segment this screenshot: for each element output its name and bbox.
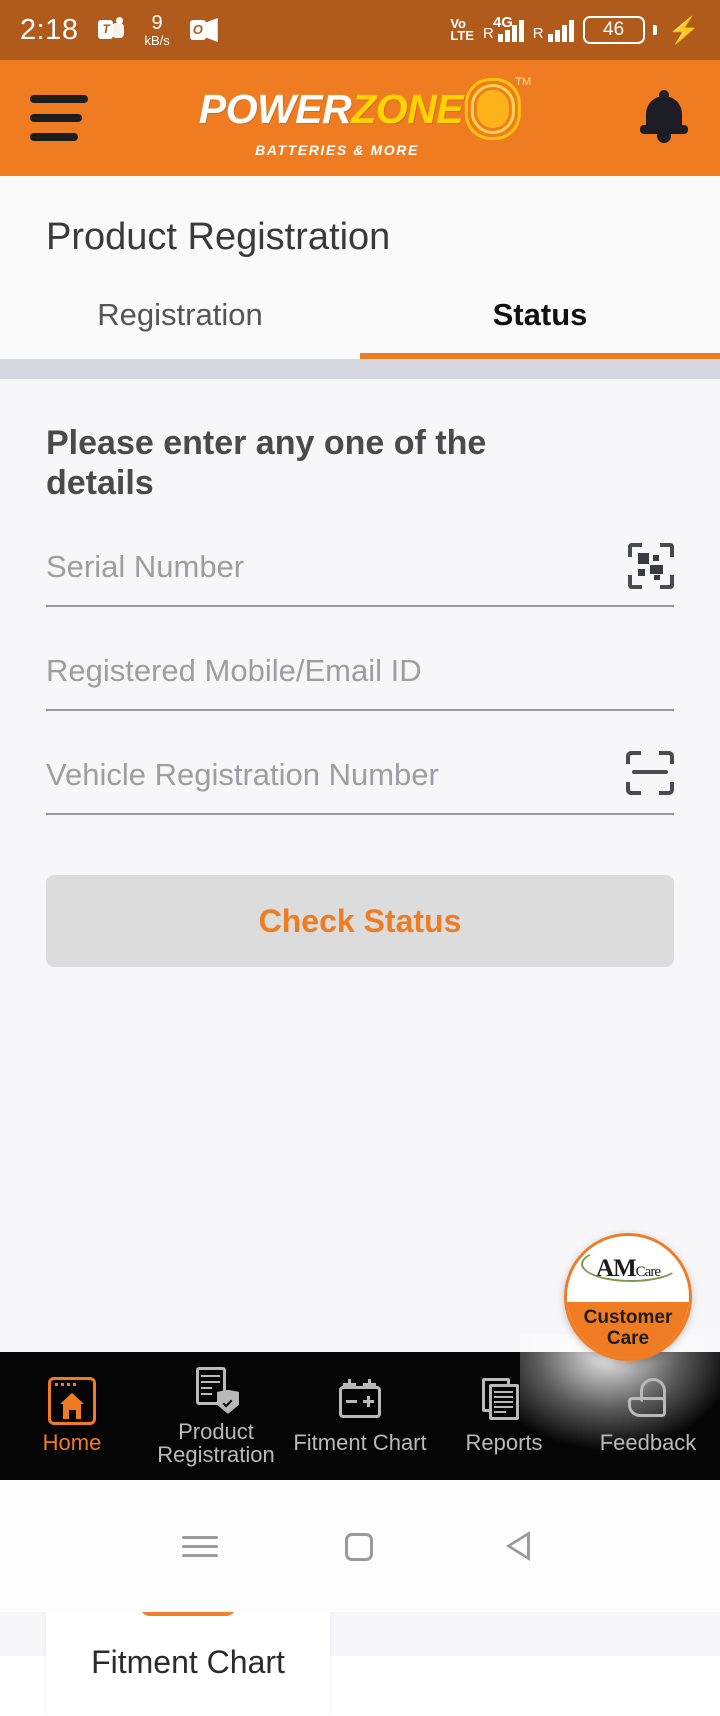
bottom-navigation-bar: Home Product Registration Fitment Chart …	[0, 1334, 720, 1480]
android-navigation-bar	[0, 1480, 720, 1612]
logo-tagline: BATTERIES & MORE	[255, 142, 419, 158]
data-speed-value: 9	[151, 12, 163, 34]
charging-bolt-icon: ⚡	[667, 14, 700, 45]
vehicle-registration-field[interactable]	[46, 751, 674, 816]
nav-item-home[interactable]: Home	[0, 1352, 144, 1480]
signal-sim2-icon: R	[533, 18, 574, 42]
amcare-swoosh-icon	[581, 1246, 681, 1282]
document-scan-icon[interactable]	[626, 751, 674, 796]
qr-scan-icon[interactable]	[628, 543, 674, 590]
scan-glyph	[626, 751, 674, 796]
status-bar-left: 2:18 9 kB/s	[20, 13, 218, 47]
form-section-title: Please enter any one of the details	[46, 424, 487, 503]
nav-item-product-registration[interactable]: Product Registration	[144, 1352, 288, 1480]
teams-icon	[98, 17, 125, 43]
volte-line-2: LTE	[450, 28, 474, 43]
volte-icon: Vo LTE	[450, 17, 474, 43]
signal-sim1-icon: 4G R	[483, 14, 524, 42]
page-header: Product Registration Registration Status	[0, 176, 720, 359]
nav-item-reports[interactable]: Reports	[432, 1352, 576, 1480]
powerzone-logo: POWERZONE TM BATTERIES & MORE	[198, 76, 531, 158]
hamburger-menu-icon[interactable]	[30, 95, 88, 141]
nav-item-feedback-label: Feedback	[599, 1430, 697, 1456]
tab-bar: Registration Status	[0, 297, 720, 359]
nav-item-home-label: Home	[42, 1430, 102, 1456]
tab-divider	[0, 359, 720, 379]
signal-bars-sim2	[547, 18, 574, 42]
data-speed-unit: kB/s	[144, 33, 170, 48]
battery-outline-icon	[336, 1377, 384, 1425]
status-form: Please enter any one of the details Chec…	[0, 379, 720, 968]
logo-trademark: TM	[515, 76, 532, 88]
customer-care-button[interactable]: AMCare Customer Care	[564, 1233, 692, 1361]
vehicle-registration-input[interactable]	[46, 757, 561, 794]
customer-care-line1: Customer	[583, 1306, 673, 1328]
tab-status[interactable]: Status	[360, 297, 720, 359]
amcare-logo: AMCare	[567, 1236, 689, 1302]
tab-registration[interactable]: Registration	[0, 297, 360, 359]
nav-item-product-registration-label: Product Registration	[157, 1418, 275, 1467]
logo-row: POWERZONE TM	[198, 76, 531, 140]
logo-wordmark: POWERZONE	[198, 85, 464, 133]
reports-pages-icon	[480, 1377, 528, 1425]
nav-item-fitment-chart-label: Fitment Chart	[293, 1430, 427, 1456]
data-speed-indicator: 9 kB/s	[144, 13, 169, 47]
home-icon	[48, 1377, 96, 1426]
qr-glyph	[628, 543, 674, 590]
battery-tip	[652, 25, 657, 35]
logo-zone-text: ZONE	[351, 85, 464, 132]
battery-percent-label: 46	[603, 19, 625, 40]
status-bar-clock: 2:18	[20, 13, 79, 46]
page-title: Product Registration	[46, 216, 391, 258]
fitment-chart-tile-label: Fitment Chart	[91, 1644, 285, 1680]
logo-power-text: POWER	[198, 85, 352, 132]
serial-number-field[interactable]	[46, 543, 674, 608]
battery-icon: 46	[582, 16, 645, 44]
mobile-email-input[interactable]	[46, 653, 561, 690]
home-square-icon[interactable]	[332, 1518, 388, 1574]
recents-icon[interactable]	[172, 1518, 228, 1574]
bell-icon[interactable]	[638, 90, 690, 146]
nav-item-fitment-chart[interactable]: Fitment Chart	[288, 1352, 432, 1480]
nav-item-feedback[interactable]: Feedback	[576, 1352, 720, 1480]
thumbs-up-icon	[624, 1377, 672, 1425]
serial-number-input[interactable]	[46, 549, 561, 586]
check-status-button[interactable]: Check Status	[46, 875, 674, 968]
outlook-icon	[189, 18, 218, 42]
status-bar: 2:18 9 kB/s Vo LTE 4G R R 46 ⚡	[0, 0, 720, 60]
document-shield-icon	[192, 1366, 240, 1414]
network-type-label: 4G	[492, 14, 513, 31]
logo-mark-icon: TM	[465, 76, 531, 140]
nav-item-reports-label: Reports	[465, 1430, 543, 1456]
app-header: POWERZONE TM BATTERIES & MORE	[0, 60, 720, 176]
back-triangle-icon[interactable]	[492, 1518, 548, 1574]
mobile-email-field[interactable]	[46, 653, 674, 712]
status-bar-right: Vo LTE 4G R R 46 ⚡	[450, 14, 700, 46]
roaming-sim2-label: R	[532, 25, 544, 42]
